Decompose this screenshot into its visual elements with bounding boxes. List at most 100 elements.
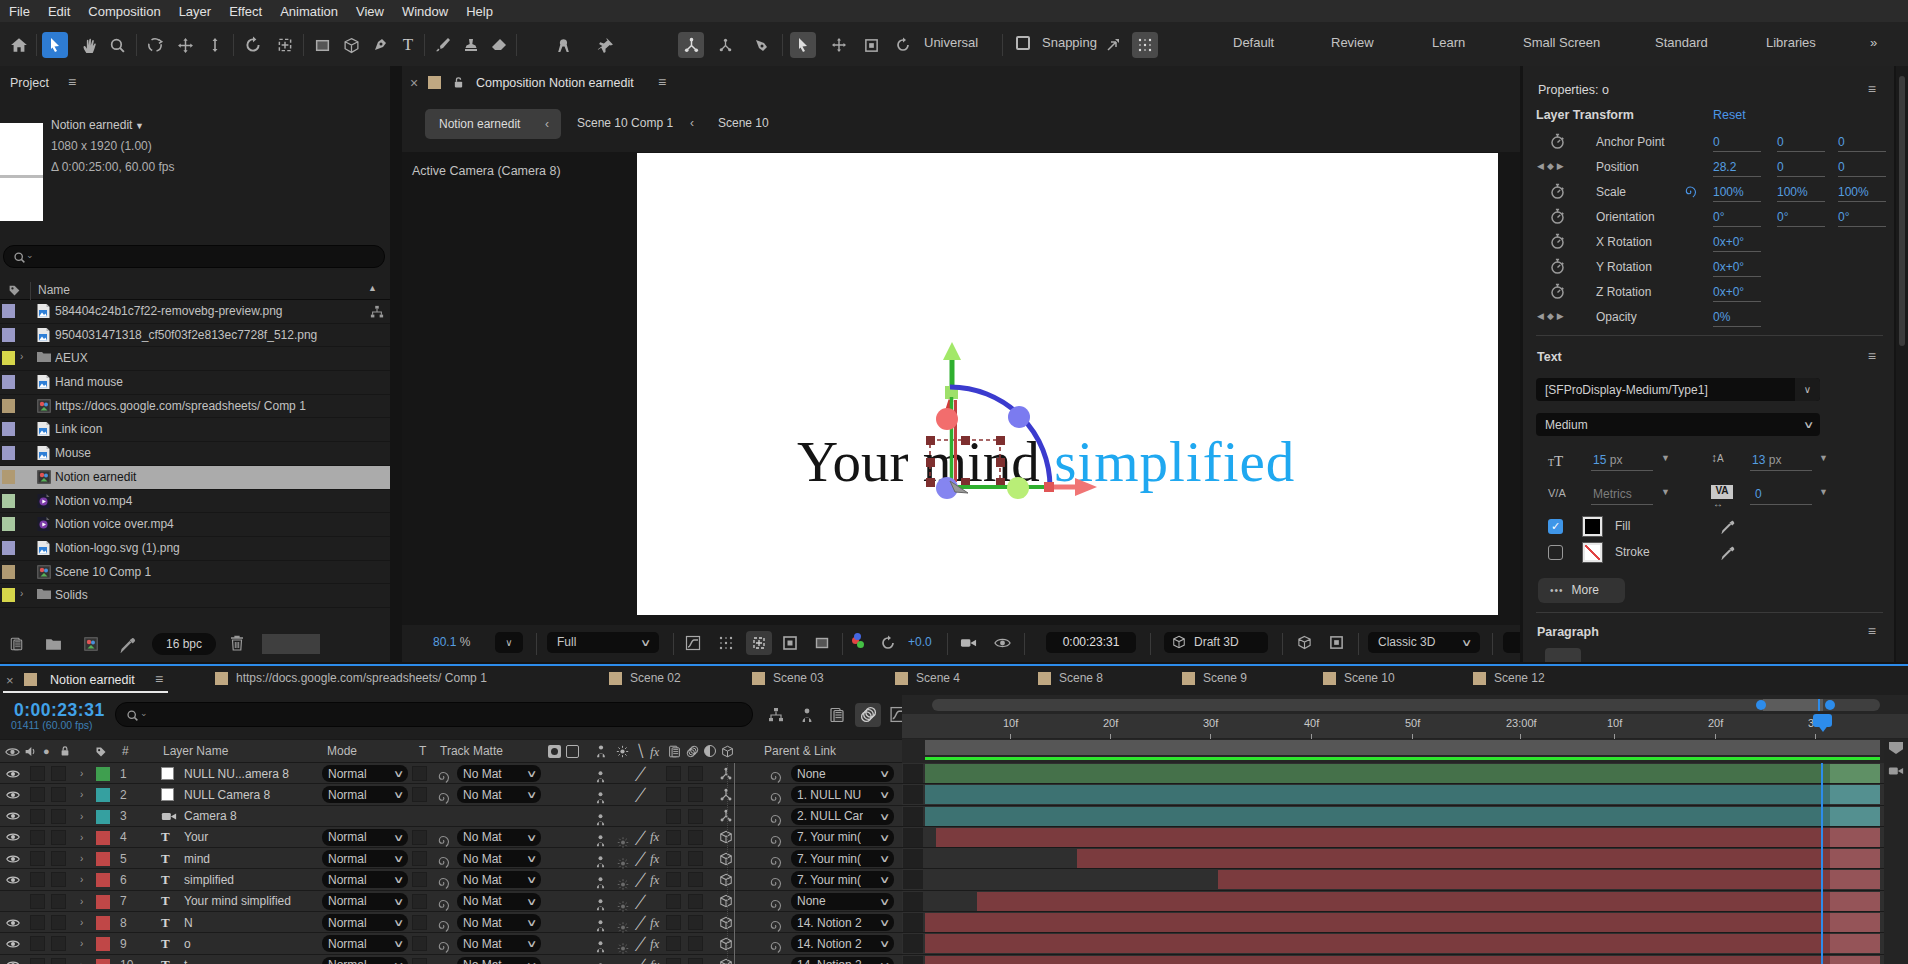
parent-link-dropdown[interactable]: 7. Your min(∨	[791, 850, 894, 867]
layer-audio-cell[interactable]	[30, 766, 45, 781]
timeline-tab-menu-icon[interactable]: ≡	[155, 671, 163, 687]
project-item-name[interactable]: Mouse	[55, 446, 91, 460]
zoom-level[interactable]: 80.1 %	[433, 635, 470, 649]
layer-lock-cell[interactable]	[51, 872, 66, 887]
t-column-header[interactable]: T	[419, 744, 426, 758]
parent-link-dropdown[interactable]: 14. Notion 2∨	[791, 935, 894, 952]
value-y[interactable]: 0°	[1777, 210, 1825, 227]
timeline-layer-row[interactable]: › 4 T Your Normal∨ No Mat∨ ╱ fx	[0, 827, 1908, 848]
layer-shy-toggle[interactable]	[594, 958, 607, 964]
work-area-bar[interactable]	[925, 740, 1880, 755]
layer-label-swatch[interactable]	[96, 831, 110, 845]
menu-item[interactable]: View	[347, 4, 393, 19]
layer-duration-bar[interactable]	[925, 764, 1880, 783]
clone-stamp-tool-icon[interactable]	[458, 32, 484, 58]
value-x[interactable]: 0	[1713, 135, 1761, 152]
project-item-row[interactable]: Notion-logo.svg (1).png	[0, 537, 390, 561]
layer-label-swatch[interactable]	[96, 916, 110, 930]
timeline-search-input[interactable]: ⌄	[115, 702, 753, 727]
sort-ascending-icon[interactable]: ▲	[368, 283, 377, 293]
type-tool-icon[interactable]: T	[395, 32, 421, 58]
clipped-button[interactable]	[1503, 632, 1520, 653]
project-item-name[interactable]: Notion vo.mp4	[55, 494, 132, 508]
layer-motionblur-cell[interactable]	[688, 809, 703, 824]
layer-quality-toggle[interactable]: ╱	[635, 848, 647, 869]
project-item-row[interactable]: Scene 10 Comp 1	[0, 561, 390, 585]
project-item-name[interactable]: Hand mouse	[55, 375, 123, 389]
parent-link-dropdown[interactable]: 1. NULL NU∨	[791, 786, 894, 803]
parent-link-dropdown[interactable]: 14. Notion 2∨	[791, 914, 894, 931]
layer-duration-bar[interactable]	[925, 785, 1880, 804]
layer-mode-dropdown[interactable]: Normal∨	[322, 935, 408, 952]
interpret-footage-icon[interactable]	[8, 637, 25, 651]
layer-label-swatch[interactable]	[96, 788, 110, 802]
kerning-dropdown-icon[interactable]: ▼	[1661, 487, 1670, 497]
stroke-eyedropper-icon[interactable]	[1721, 545, 1736, 560]
cube-tool-icon[interactable]	[338, 32, 364, 58]
eraser-tool-icon[interactable]	[486, 32, 512, 58]
layer-audio-cell[interactable]	[30, 830, 45, 845]
layer-fx-toggle[interactable]: fx	[650, 933, 659, 954]
brush-tool-icon[interactable]	[430, 32, 456, 58]
label-color-swatch[interactable]	[2, 588, 15, 602]
layer-name[interactable]: NULL Camera 8	[184, 784, 270, 805]
layer-fx-toggle[interactable]: fx	[650, 848, 659, 869]
snap-options-icon[interactable]	[1100, 32, 1126, 58]
layer-frameblend-cell[interactable]	[666, 851, 681, 866]
camera-wireframe-icon[interactable]	[1328, 635, 1345, 650]
workspace-tab[interactable]: Libraries	[1766, 35, 1816, 50]
layer-visibility-toggle[interactable]	[6, 869, 20, 890]
folder-expander-icon[interactable]: ›	[20, 351, 23, 362]
grid-options-icon[interactable]	[1132, 32, 1158, 58]
layer-expander-icon[interactable]: ›	[80, 848, 83, 869]
stopwatch-icon[interactable]	[1549, 283, 1566, 300]
track-matte-dropdown[interactable]: No Mat∨	[457, 914, 541, 931]
transform-property-label[interactable]: Opacity	[1596, 310, 1637, 324]
layer-name[interactable]: Camera 8	[184, 806, 237, 827]
layer-mode-dropdown[interactable]: Normal∨	[322, 914, 408, 931]
project-item-row[interactable]: Link icon	[0, 418, 390, 442]
orbit-cursor-tool-icon[interactable]	[678, 32, 704, 58]
layer-frameblend-cell[interactable]	[666, 936, 681, 951]
parent-link-dropdown[interactable]: None∨	[791, 893, 894, 910]
label-color-swatch[interactable]	[2, 399, 15, 413]
text-section-menu-icon[interactable]: ≡	[1868, 348, 1876, 364]
project-item-row[interactable]: › AEUX	[0, 347, 390, 371]
timeline-tab[interactable]: Scene 02	[609, 671, 681, 685]
layer-3d-toggle[interactable]	[719, 827, 733, 848]
layer-frameblend-cell[interactable]	[666, 766, 681, 781]
layer-name[interactable]: NULL NU...amera 8	[184, 763, 289, 784]
label-color-swatch[interactable]	[2, 470, 15, 484]
label-color-swatch[interactable]	[2, 541, 15, 555]
workspace-tab[interactable]: Small Screen	[1523, 35, 1600, 50]
layer-label-swatch[interactable]	[96, 767, 110, 781]
breadcrumb-current[interactable]: Notion earnedit‹	[425, 109, 561, 139]
new-composition-icon[interactable]	[83, 636, 99, 652]
layer-mode-dropdown[interactable]: Normal∨	[322, 957, 408, 964]
layer-visibility-toggle[interactable]	[6, 912, 20, 933]
layer-quality-toggle[interactable]: ╱	[635, 933, 647, 954]
menu-item[interactable]: Edit	[39, 4, 79, 19]
transform-property-label[interactable]: Orientation	[1596, 210, 1655, 224]
preserve-transparency-cell[interactable]	[412, 851, 427, 866]
project-panel-menu-icon[interactable]: ≡	[68, 74, 76, 90]
layer-expander-icon[interactable]: ›	[80, 784, 83, 805]
font-size-dropdown-icon[interactable]: ▼	[1661, 453, 1670, 463]
layer-mode-dropdown[interactable]: Normal∨	[322, 786, 408, 803]
value-z[interactable]: 0	[1838, 135, 1886, 152]
workspace-tab[interactable]: Learn	[1432, 35, 1465, 50]
comp-timecode[interactable]: 0:00:23:31	[1046, 632, 1136, 653]
current-timecode[interactable]: 0:00:23:31	[14, 700, 105, 721]
timeline-zoom-scrollbar[interactable]	[932, 699, 1880, 711]
project-item-row[interactable]: Notion vo.mp4	[0, 490, 390, 514]
layer-duration-bar[interactable]	[925, 913, 1880, 932]
matte-pickwhip-icon[interactable]	[436, 959, 450, 964]
parent-link-dropdown[interactable]: 14. Notion 2∨	[791, 957, 894, 964]
gizmo-scale-icon[interactable]	[858, 32, 884, 58]
workspace-tab[interactable]: Standard	[1655, 35, 1708, 50]
layer-lock-cell[interactable]	[51, 915, 66, 930]
close-tab-icon[interactable]: ×	[410, 75, 418, 91]
project-item-name[interactable]: Link icon	[55, 422, 102, 436]
transform-property-label[interactable]: Anchor Point	[1596, 135, 1665, 149]
timeline-layer-row[interactable]: › 1 T NULL NU...amera 8 Normal∨ No Mat∨ …	[0, 763, 1908, 784]
